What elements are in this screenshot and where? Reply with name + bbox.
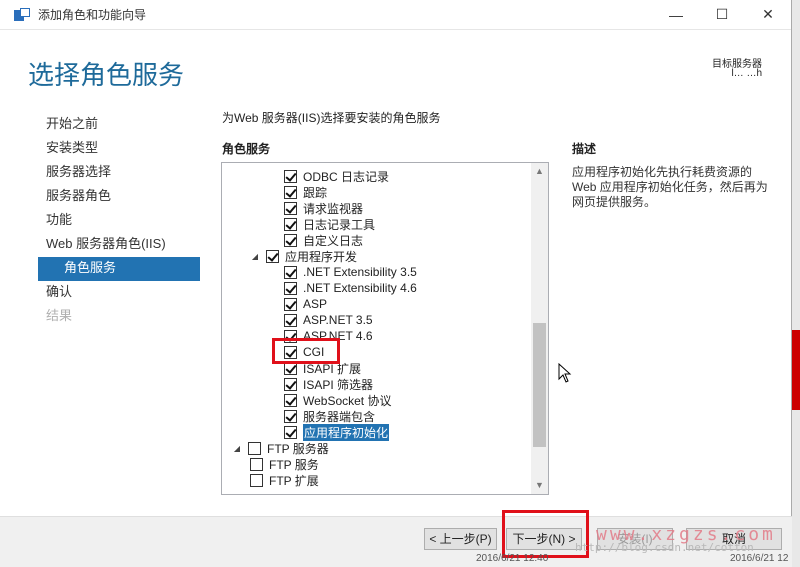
checkbox[interactable]	[266, 249, 279, 263]
wizard-nav: 开始之前 安装类型 服务器选择 服务器角色 功能 Web 服务器角色(IIS) …	[38, 113, 200, 329]
tree-row[interactable]: 请求监视器	[222, 200, 532, 216]
tree-row[interactable]: ASP.NET 4.6	[222, 328, 532, 344]
tree-row-label: ODBC 日志记录	[303, 169, 390, 184]
tree-row[interactable]: FTP 服务	[222, 456, 532, 472]
tree-row[interactable]: 自定义日志	[222, 232, 532, 248]
checkbox[interactable]	[284, 313, 297, 327]
scroll-up-icon[interactable]: ▲	[531, 163, 548, 180]
tree-row[interactable]: FTP 扩展	[222, 472, 532, 488]
description-heading: 描述	[572, 142, 597, 156]
tree-row[interactable]: ◢ 应用程序开发	[222, 248, 532, 264]
previous-button[interactable]: < 上一步(P)	[424, 528, 497, 550]
scroll-down-icon[interactable]: ▼	[531, 477, 548, 494]
page-title: 选择角色服务	[28, 61, 185, 91]
mouse-cursor-icon	[558, 363, 572, 383]
maximize-icon[interactable]: ☐	[699, 0, 745, 30]
page-header: 选择角色服务 目标服务器 l… …h	[0, 31, 792, 105]
nav-item-results: 结果	[46, 308, 73, 323]
checkbox[interactable]	[284, 169, 297, 183]
cgi-highlight-box	[272, 338, 340, 364]
nav-item-role-services[interactable]: 角色服务	[38, 257, 200, 281]
tree-row-label: FTP 扩展	[269, 473, 319, 488]
tree-row[interactable]: CGI	[222, 344, 532, 360]
scroll-thumb[interactable]	[533, 323, 546, 447]
checkbox[interactable]	[284, 265, 297, 279]
nav-item-web-server-role[interactable]: Web 服务器角色(IIS)	[38, 233, 200, 257]
minimize-icon[interactable]: —	[653, 0, 699, 30]
tree-row-label: ASP.NET 3.5	[303, 313, 373, 327]
tree-rows: ODBC 日志记录 跟踪 请求监视器 日志记录工具 自定义日志 ◢ 应用程序开发 .NET E…	[222, 168, 532, 488]
tree-row-label: 应用程序初始化	[303, 423, 390, 441]
target-server-value: l… …h	[731, 68, 762, 79]
checkbox[interactable]	[284, 201, 297, 215]
checkbox[interactable]	[284, 217, 297, 231]
tree-row-label: .NET Extensibility 3.5	[303, 265, 417, 279]
checkbox[interactable]	[284, 425, 297, 439]
description-text: 应用程序初始化先执行耗费资源的 Web 应用程序初始化任务，然后再为网页提供服务…	[572, 165, 768, 209]
nav-item-server-selection[interactable]: 服务器选择	[38, 161, 200, 185]
tree-row[interactable]: ◢ FTP 服务器	[222, 440, 532, 456]
tree-row-label: ASP	[303, 297, 328, 311]
tree-row-label: 请求监视器	[303, 201, 364, 216]
nav-item-installation-type[interactable]: 安装类型	[38, 137, 200, 161]
checkbox[interactable]	[250, 457, 263, 471]
tree-row-label: 服务器端包含	[303, 409, 376, 424]
role-services-tree[interactable]: ODBC 日志记录 跟踪 请求监视器 日志记录工具 自定义日志 ◢ 应用程序开发 .NET E…	[221, 162, 549, 495]
tree-row[interactable]: 跟踪	[222, 184, 532, 200]
nav-item-confirmation[interactable]: 确认	[38, 281, 200, 305]
desktop-background	[792, 0, 800, 567]
checkbox[interactable]	[284, 393, 297, 407]
tree-row-label: ISAPI 筛选器	[303, 377, 374, 392]
wizard-window: 添加角色和功能向导 — ☐ ✕ 选择角色服务 目标服务器 l… …h 开始之前 …	[0, 0, 792, 567]
role-services-heading: 角色服务	[222, 142, 271, 156]
checkbox[interactable]	[284, 297, 297, 311]
tree-scrollbar[interactable]: ▲ ▼	[531, 163, 548, 494]
close-icon[interactable]: ✕	[745, 0, 791, 30]
nav-item-before-you-begin[interactable]: 开始之前	[38, 113, 200, 137]
tree-row[interactable]: 服务器端包含	[222, 408, 532, 424]
tree-row[interactable]: .NET Extensibility 3.5	[222, 264, 532, 280]
checkbox[interactable]	[248, 441, 261, 455]
tree-row[interactable]: .NET Extensibility 4.6	[222, 280, 532, 296]
checkbox[interactable]	[284, 281, 297, 295]
date-left: 2016/6/21 12:40	[476, 553, 549, 564]
tree-row-label: 跟踪	[303, 185, 328, 200]
tree-row-label: .NET Extensibility 4.6	[303, 281, 417, 295]
tree-row[interactable]: ASP	[222, 296, 532, 312]
tree-row[interactable]: ISAPI 扩展	[222, 360, 532, 376]
wizard-app-icon	[14, 7, 30, 22]
expander-icon[interactable]: ◢	[250, 252, 260, 261]
nav-item-server-roles[interactable]: 服务器角色	[38, 185, 200, 209]
instruction-text: 为Web 服务器(IIS)选择要安装的角色服务	[222, 111, 441, 125]
tree-row-label: FTP 服务器	[267, 441, 329, 456]
tree-row-label: 自定义日志	[303, 233, 364, 248]
title-bar: 添加角色和功能向导 — ☐ ✕	[0, 0, 791, 30]
tree-row[interactable]: WebSocket 协议	[222, 392, 532, 408]
checkbox[interactable]	[284, 233, 297, 247]
tree-row-label: WebSocket 协议	[303, 393, 392, 408]
tree-row-label: 日志记录工具	[303, 217, 376, 232]
expander-icon[interactable]: ◢	[232, 444, 242, 453]
window-title: 添加角色和功能向导	[38, 8, 147, 22]
tree-row[interactable]: ODBC 日志记录	[222, 168, 532, 184]
checkbox[interactable]	[284, 409, 297, 423]
date-right: 2016/6/21 12	[730, 553, 789, 564]
tree-row[interactable]: 应用程序初始化	[222, 423, 532, 441]
checkbox[interactable]	[284, 185, 297, 199]
nav-item-features[interactable]: 功能	[38, 209, 200, 233]
tree-row[interactable]: 日志记录工具	[222, 216, 532, 232]
tree-row[interactable]: ISAPI 筛选器	[222, 376, 532, 392]
watermark-blog: http://blog.csdn.net/cotton	[575, 541, 754, 554]
tree-row[interactable]: ASP.NET 3.5	[222, 312, 532, 328]
checkbox[interactable]	[284, 377, 297, 391]
tree-row-label: FTP 服务	[269, 457, 319, 472]
tree-row-label: 应用程序开发	[285, 249, 358, 264]
desktop-red-strip	[792, 330, 800, 410]
checkbox[interactable]	[250, 473, 263, 487]
